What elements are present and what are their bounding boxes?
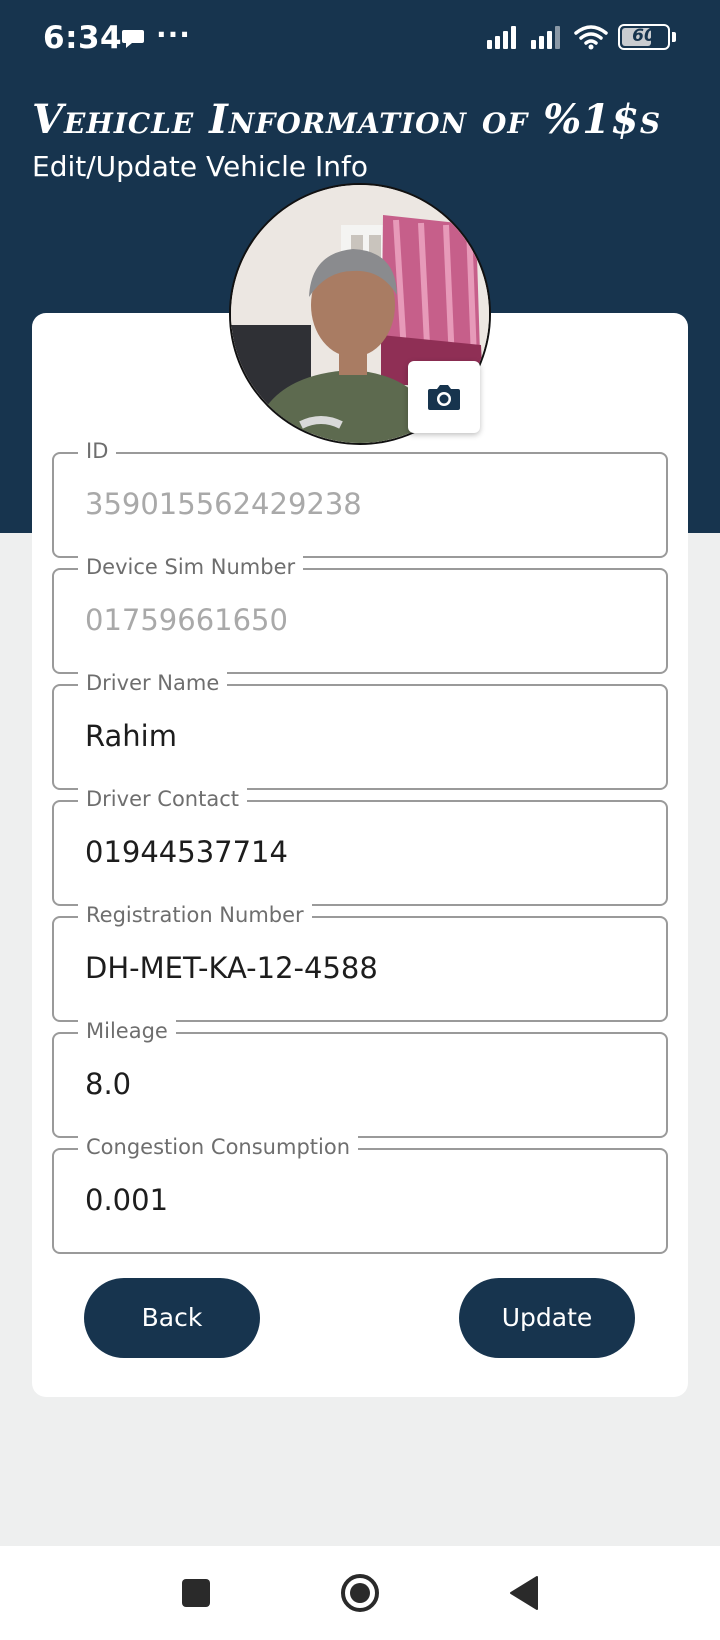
- square-icon: [182, 1579, 210, 1607]
- registration-number-field[interactable]: Registration Number DH-MET-KA-12-4588: [52, 903, 668, 1022]
- congestion-consumption-value: 0.001: [85, 1183, 169, 1217]
- battery-level: 60: [632, 26, 656, 46]
- registration-number-value: DH-MET-KA-12-4588: [85, 951, 378, 985]
- driver-name-field[interactable]: Driver Name Rahim: [52, 671, 668, 790]
- driver-name-label: Driver Name: [78, 671, 228, 695]
- driver-contact-label: Driver Contact: [78, 787, 247, 811]
- mileage-label: Mileage: [78, 1019, 176, 1043]
- back-button[interactable]: Back: [84, 1278, 260, 1358]
- more-notifications-icon: ···: [156, 18, 191, 51]
- congestion-consumption-field[interactable]: Congestion Consumption 0.001: [52, 1135, 668, 1254]
- wifi-icon: [574, 25, 608, 50]
- driver-contact-field[interactable]: Driver Contact 01944537714: [52, 787, 668, 906]
- page-title: Vehicle Information of %1$s: [32, 96, 662, 143]
- change-photo-button[interactable]: [408, 361, 480, 433]
- circle-icon: [341, 1574, 379, 1612]
- id-field[interactable]: ID 359015562429238: [52, 439, 668, 558]
- id-label: ID: [78, 439, 117, 463]
- signal-icon-2: [531, 26, 560, 49]
- mileage-field[interactable]: Mileage 8.0: [52, 1019, 668, 1138]
- camera-icon: [428, 385, 460, 410]
- triangle-back-icon: [510, 1576, 538, 1610]
- status-time: 6:34: [43, 20, 123, 56]
- mileage-value: 8.0: [85, 1067, 132, 1101]
- status-bar: 6:34 ··· 60: [0, 0, 720, 80]
- registration-number-label: Registration Number: [78, 903, 312, 927]
- device-sim-label: Device Sim Number: [78, 555, 304, 579]
- page-subtitle: Edit/Update Vehicle Info: [32, 150, 368, 183]
- driver-contact-value: 01944537714: [85, 835, 288, 869]
- update-button[interactable]: Update: [459, 1278, 635, 1358]
- chat-bubble-icon: [121, 28, 145, 54]
- system-navigation-bar: [0, 1546, 720, 1640]
- back-nav-button[interactable]: [484, 1546, 564, 1640]
- recents-button[interactable]: [156, 1546, 236, 1640]
- battery-icon: 60: [618, 24, 670, 50]
- device-sim-value: 01759661650: [85, 603, 288, 637]
- id-value: 359015562429238: [85, 487, 362, 521]
- driver-name-value: Rahim: [85, 719, 177, 753]
- device-sim-field[interactable]: Device Sim Number 01759661650: [52, 555, 668, 674]
- signal-icon: [487, 26, 516, 49]
- home-button[interactable]: [320, 1546, 400, 1640]
- congestion-consumption-label: Congestion Consumption: [78, 1135, 358, 1159]
